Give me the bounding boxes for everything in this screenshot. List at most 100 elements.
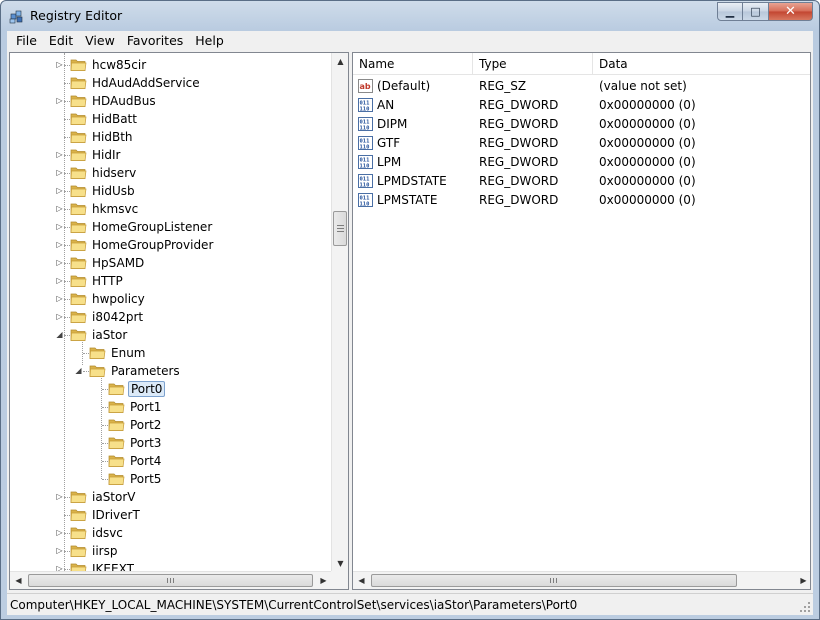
maximize-button[interactable]: □ (743, 2, 769, 21)
expand-arrow-icon[interactable]: ▷ (55, 276, 64, 285)
tree-node-ikeext[interactable]: ▷ IKEEXT (10, 560, 332, 571)
tree-node-idrivert[interactable]: IDriverT (10, 506, 332, 524)
tree-vertical-scroll-thumb[interactable] (333, 211, 347, 246)
collapse-arrow-icon[interactable]: ◢ (55, 330, 64, 339)
expand-arrow-icon[interactable]: ▷ (55, 60, 64, 69)
tree-vertical-scrollbar[interactable]: ▲ ▼ (331, 53, 348, 572)
value-row-lpm[interactable]: 011 110 LPM REG_DWORD 0x00000000 (0) (353, 153, 810, 172)
menu-edit[interactable]: Edit (43, 33, 79, 48)
key-tree-pane[interactable]: ▷ hcw85cir HdAudAddService ▷ HDAudBus HidBatt… (9, 52, 349, 590)
tree-node-parameters[interactable]: ◢ Parameters (10, 362, 332, 380)
tree-node-homegrouplistener[interactable]: ▷ HomeGroupListener (10, 218, 332, 236)
tree-node-homegroupprovider[interactable]: ▷ HomeGroupProvider (10, 236, 332, 254)
tree-node-port2[interactable]: Port2 (10, 416, 332, 434)
list-horizontal-scrollbar[interactable]: ◀ ▶ (353, 571, 810, 589)
list-scroll-left-arrow-icon[interactable]: ◀ (353, 572, 370, 589)
value-row-lpmdstate[interactable]: 011 110 LPMDSTATE REG_DWORD 0x00000000 (0) (353, 172, 810, 191)
scroll-right-arrow-icon[interactable]: ▶ (315, 572, 332, 589)
title-bar[interactable]: Registry Editor ▁ □ ✕ (1, 1, 819, 31)
tree-node-i8042prt[interactable]: ▷ i8042prt (10, 308, 332, 326)
tree-node-hidserv[interactable]: ▷ hidserv (10, 164, 332, 182)
tree-node-label[interactable]: HomeGroupListener (90, 219, 214, 235)
tree-node-hdaudaddservice[interactable]: HdAudAddService (10, 74, 332, 92)
tree-node-iastorv[interactable]: ▷ iaStorV (10, 488, 332, 506)
menu-file[interactable]: File (10, 33, 43, 48)
list-scroll-right-arrow-icon[interactable]: ▶ (795, 572, 810, 589)
expand-arrow-icon[interactable]: ▷ (55, 564, 64, 571)
tree-node-iirsp[interactable]: ▷ iirsp (10, 542, 332, 560)
expand-arrow-icon[interactable]: ▷ (55, 492, 64, 501)
tree-horizontal-scroll-thumb[interactable] (28, 574, 313, 587)
tree-node-label[interactable]: iaStorV (90, 489, 138, 505)
value-row-lpmstate[interactable]: 011 110 LPMSTATE REG_DWORD 0x00000000 (0) (353, 191, 810, 210)
tree-node-hwpolicy[interactable]: ▷ hwpolicy (10, 290, 332, 308)
tree-node-iastor[interactable]: ◢ iaStor (10, 326, 332, 344)
tree-node-hcw85cir[interactable]: ▷ hcw85cir (10, 56, 332, 74)
values-list-pane[interactable]: Name Type Data ab (Default) REG_SZ (value n… (352, 52, 811, 590)
tree-node-label[interactable]: Port5 (128, 471, 163, 487)
tree-node-idsvc[interactable]: ▷ idsvc (10, 524, 332, 542)
tree-node-label[interactable]: HTTP (90, 273, 125, 289)
close-button[interactable]: ✕ (769, 2, 813, 21)
tree-node-label[interactable]: Parameters (109, 363, 182, 379)
tree-node-label[interactable]: Enum (109, 345, 147, 361)
tree-node-label[interactable]: HomeGroupProvider (90, 237, 215, 253)
expand-arrow-icon[interactable]: ▷ (55, 240, 64, 249)
tree-node-port4[interactable]: Port4 (10, 452, 332, 470)
expand-arrow-icon[interactable]: ▷ (55, 150, 64, 159)
tree-node-http[interactable]: ▷ HTTP (10, 272, 332, 290)
expand-arrow-icon[interactable]: ▷ (55, 222, 64, 231)
value-row-gtf[interactable]: 011 110 GTF REG_DWORD 0x00000000 (0) (353, 134, 810, 153)
tree-node-hidir[interactable]: ▷ HidIr (10, 146, 332, 164)
tree-node-label[interactable]: HpSAMD (90, 255, 146, 271)
scroll-left-arrow-icon[interactable]: ◀ (10, 572, 27, 589)
tree-node-label[interactable]: HidUsb (90, 183, 137, 199)
tree-node-label[interactable]: hcw85cir (90, 57, 148, 73)
tree-node-label[interactable]: HidBatt (90, 111, 139, 127)
resize-grip-icon[interactable] (799, 601, 811, 613)
column-header-name[interactable]: Name (353, 53, 473, 75)
tree-node-label[interactable]: HDAudBus (90, 93, 158, 109)
collapse-arrow-icon[interactable]: ◢ (74, 366, 83, 375)
expand-arrow-icon[interactable]: ▷ (55, 204, 64, 213)
minimize-button[interactable]: ▁ (717, 2, 743, 21)
expand-arrow-icon[interactable]: ▷ (55, 294, 64, 303)
tree-node-hkmsvc[interactable]: ▷ hkmsvc (10, 200, 332, 218)
menu-help[interactable]: Help (189, 33, 230, 48)
expand-arrow-icon[interactable]: ▷ (55, 168, 64, 177)
tree-node-label[interactable]: HdAudAddService (90, 75, 202, 91)
tree-horizontal-scrollbar[interactable]: ◀ ▶ (10, 571, 332, 589)
tree-node-hidbatt[interactable]: HidBatt (10, 110, 332, 128)
expand-arrow-icon[interactable]: ▷ (55, 186, 64, 195)
tree-node-hidbth[interactable]: HidBth (10, 128, 332, 146)
tree-node-enum[interactable]: Enum (10, 344, 332, 362)
tree-node-port0[interactable]: Port0 (10, 380, 332, 398)
tree-node-hidusb[interactable]: ▷ HidUsb (10, 182, 332, 200)
scroll-up-arrow-icon[interactable]: ▲ (332, 53, 348, 70)
tree-node-port5[interactable]: Port5 (10, 470, 332, 488)
tree-node-label[interactable]: HidBth (90, 129, 135, 145)
tree-node-label[interactable]: iirsp (90, 543, 119, 559)
menu-favorites[interactable]: Favorites (121, 33, 189, 48)
value-row-dipm[interactable]: 011 110 DIPM REG_DWORD 0x00000000 (0) (353, 115, 810, 134)
tree-node-port3[interactable]: Port3 (10, 434, 332, 452)
expand-arrow-icon[interactable]: ▷ (55, 96, 64, 105)
tree-node-label[interactable]: Port4 (128, 453, 163, 469)
tree-node-label[interactable]: hkmsvc (90, 201, 140, 217)
value-row-an[interactable]: 011 110 AN REG_DWORD 0x00000000 (0) (353, 96, 810, 115)
tree-node-label[interactable]: Port1 (128, 399, 163, 415)
tree-node-label[interactable]: hidserv (90, 165, 138, 181)
tree-node-hpsamd[interactable]: ▷ HpSAMD (10, 254, 332, 272)
tree-node-label[interactable]: i8042prt (90, 309, 145, 325)
expand-arrow-icon[interactable]: ▷ (55, 258, 64, 267)
tree-node-label[interactable]: IDriverT (90, 507, 142, 523)
tree-node-label[interactable]: Port3 (128, 435, 163, 451)
expand-arrow-icon[interactable]: ▷ (55, 312, 64, 321)
tree-node-label[interactable]: HidIr (90, 147, 122, 163)
tree-node-label[interactable]: idsvc (90, 525, 125, 541)
tree-node-label[interactable]: iaStor (90, 327, 129, 343)
expand-arrow-icon[interactable]: ▷ (55, 528, 64, 537)
scroll-down-arrow-icon[interactable]: ▼ (332, 555, 348, 572)
tree-node-label[interactable]: Port2 (128, 417, 163, 433)
tree-node-port1[interactable]: Port1 (10, 398, 332, 416)
